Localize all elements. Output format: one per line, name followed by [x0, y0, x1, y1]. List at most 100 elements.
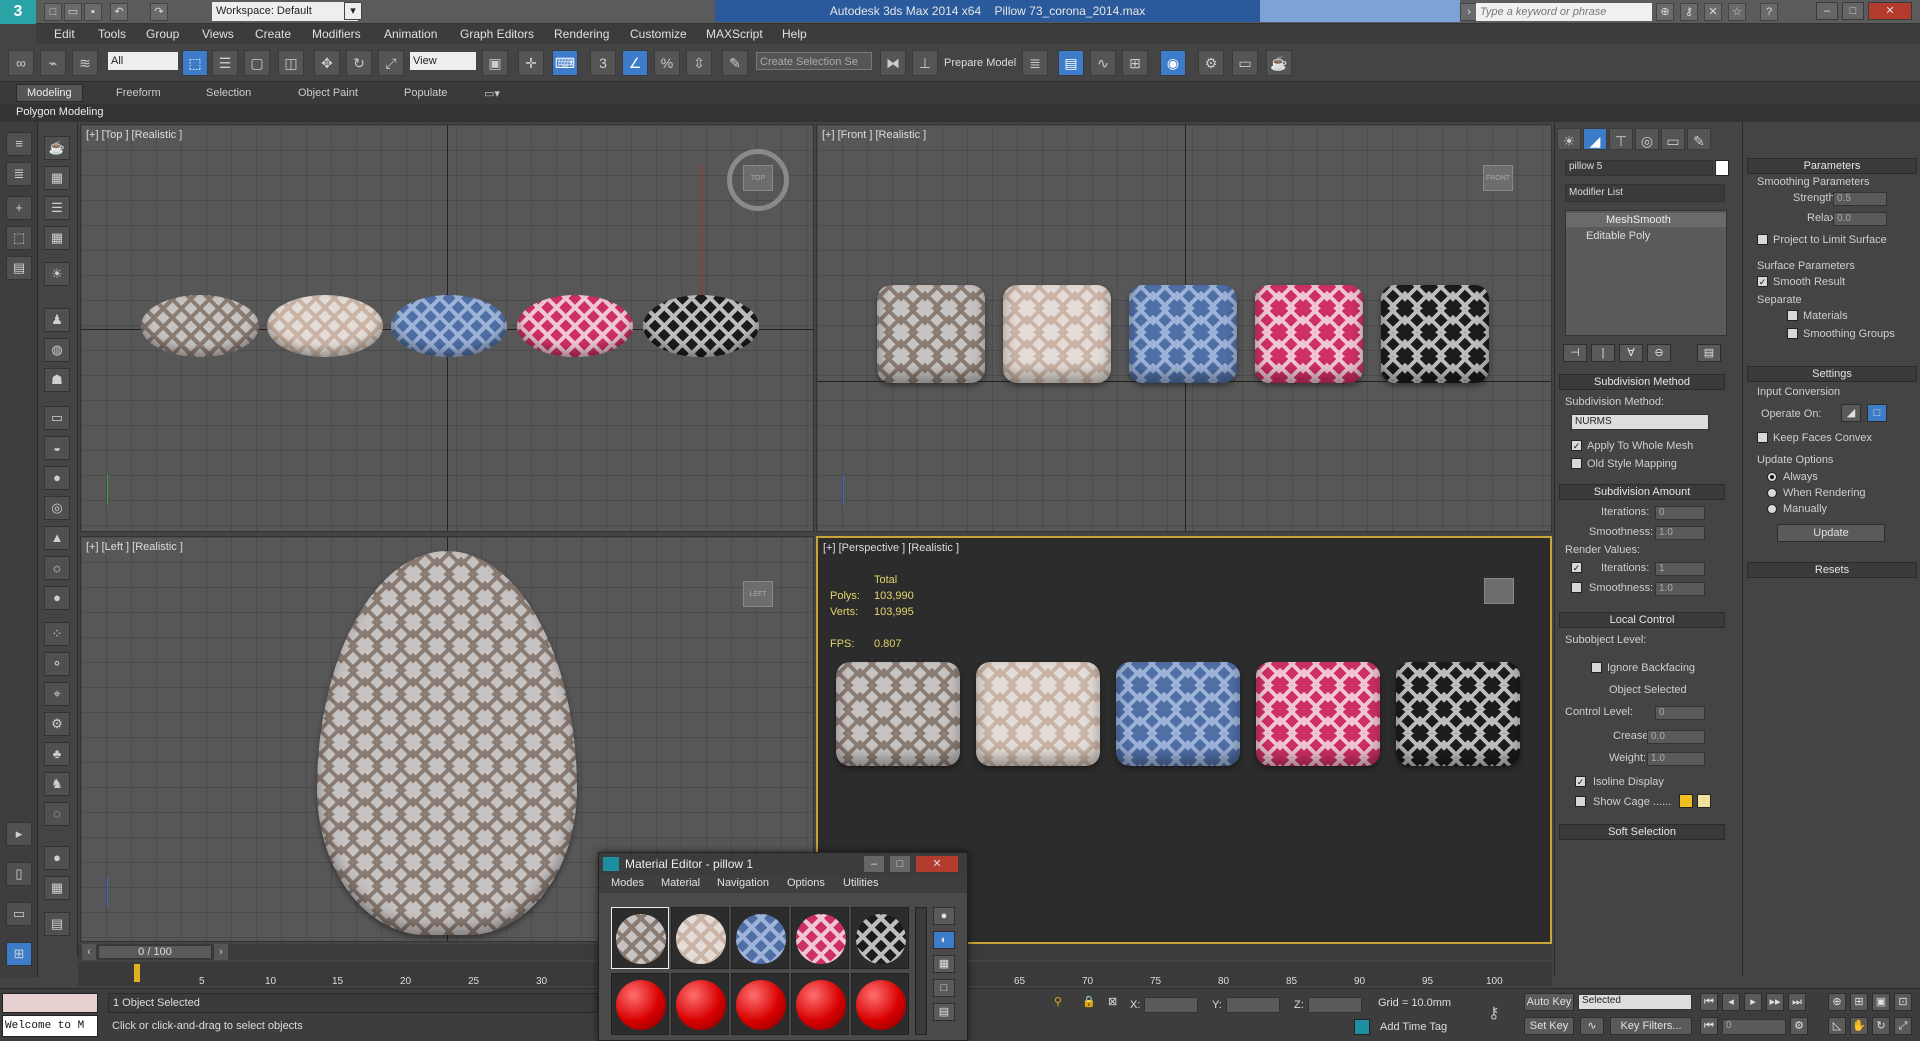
redo-icon[interactable]: ↷ [150, 3, 168, 21]
menu-modifiers[interactable]: Modifiers [312, 27, 361, 41]
viewport-label-left[interactable]: [+] [Left ] [Realistic ] [86, 541, 183, 553]
x-coordinate-field[interactable] [1144, 997, 1198, 1013]
light-bulb-icon[interactable]: ☀ [44, 262, 70, 286]
undo-icon[interactable]: ↶ [110, 3, 128, 21]
apply-whole-mesh-checkbox[interactable]: ✓ [1571, 440, 1582, 451]
material-slot[interactable] [671, 973, 729, 1035]
pillow-1[interactable] [877, 285, 985, 383]
material-editor-minimize-button[interactable]: – [863, 855, 885, 873]
goto-end-icon[interactable]: ⏭ [1788, 993, 1806, 1011]
menu-rendering[interactable]: Rendering [554, 27, 609, 41]
rollout-settings[interactable]: Settings [1747, 366, 1917, 382]
zoom-extents-icon[interactable]: ▣ [1872, 993, 1890, 1011]
next-frame-icon[interactable]: ▸▸ [1766, 993, 1784, 1011]
material-editor-maximize-button[interactable]: □ [889, 855, 911, 873]
maximize-button[interactable]: □ [1842, 2, 1864, 20]
binoculars-icon[interactable]: ⊕ [1656, 3, 1674, 21]
grid-layout-icon[interactable]: ▦ [44, 876, 70, 900]
animal-icon[interactable]: ♞ [44, 772, 70, 796]
expand-arrow-icon[interactable]: ▸ [6, 822, 32, 846]
edit-named-selection-icon[interactable]: ✎ [722, 50, 748, 76]
keyboard-shortcut-override-icon[interactable]: ⌨ [552, 50, 578, 76]
document-icon[interactable]: ▤ [44, 912, 70, 936]
chevron-down-icon[interactable]: ▾ [344, 2, 362, 20]
viewport-layout-1-icon[interactable]: ▯ [6, 862, 32, 886]
ball-icon[interactable]: ● [44, 586, 70, 610]
viewcube-perspective[interactable] [1484, 578, 1514, 604]
select-object-icon[interactable]: ⬚ [182, 50, 208, 76]
menu-create[interactable]: Create [255, 27, 291, 41]
remove-modifier-icon[interactable]: ⊖ [1647, 344, 1671, 362]
selection-filter-dropdown[interactable]: All [108, 52, 178, 70]
show-end-result-icon[interactable]: | [1591, 344, 1615, 362]
select-by-name-icon[interactable]: ☰ [212, 50, 238, 76]
background-icon[interactable]: ▦ [933, 955, 955, 973]
rollout-parameters[interactable]: Parameters [1747, 158, 1917, 174]
smooth-result-checkbox[interactable]: ✓ [1757, 276, 1768, 287]
pillow-3[interactable] [1129, 285, 1237, 383]
pillow-1[interactable] [141, 295, 259, 357]
compass-icon[interactable]: ⌖ [44, 682, 70, 706]
isoline-display-checkbox[interactable]: ✓ [1575, 776, 1586, 787]
pillow-2[interactable] [976, 662, 1100, 766]
pushpin-icon[interactable]: ⚲ [1054, 995, 1062, 1008]
layer-explorer-icon[interactable]: ≣ [6, 162, 32, 186]
pin-stack-icon[interactable]: ⊣ [1563, 344, 1587, 362]
smoothing-groups-checkbox[interactable] [1787, 328, 1798, 339]
material-slot[interactable] [851, 907, 909, 969]
unlink-icon[interactable]: ⌁ [40, 50, 66, 76]
minimize-button[interactable]: – [1816, 2, 1838, 20]
maxscript-listener-input[interactable]: Welcome to M [2, 1015, 98, 1037]
old-style-mapping-checkbox[interactable] [1571, 458, 1582, 469]
rendered-frame-window-icon[interactable]: ▭ [1232, 50, 1258, 76]
pillow-4[interactable] [517, 295, 633, 357]
reference-coordinate-dropdown[interactable]: View [410, 52, 476, 70]
material-slot[interactable] [611, 907, 669, 969]
maxscript-listener-top[interactable] [2, 993, 98, 1013]
zoom-icon[interactable]: ⊕ [1828, 993, 1846, 1011]
menu-group[interactable]: Group [146, 27, 179, 41]
absolute-mode-icon[interactable]: ⊠ [1108, 995, 1117, 1008]
operate-on-faces-icon[interactable]: ◢ [1841, 404, 1861, 422]
search-input[interactable]: Type a keyword or phrase [1476, 3, 1652, 21]
display-tab-icon[interactable]: ▭ [1661, 128, 1685, 150]
grid-icon[interactable]: ▦ [44, 226, 70, 250]
menu-maxscript[interactable]: MAXScript [706, 27, 763, 41]
key-mode-toggle-icon[interactable]: ⏮ [1700, 1017, 1718, 1035]
strength-field[interactable]: 0.5 [1833, 192, 1887, 206]
list-icon[interactable]: ☰ [44, 196, 70, 220]
shell-icon[interactable]: ◌ [44, 802, 70, 826]
add-time-tag-label[interactable]: Add Time Tag [1380, 1021, 1447, 1033]
render-smoothness-checkbox[interactable] [1571, 582, 1582, 593]
ignore-backfacing-checkbox[interactable] [1591, 662, 1602, 673]
workspace-dropdown[interactable]: Workspace: Default [212, 2, 358, 21]
angle-snap-icon[interactable]: ∠ [622, 50, 648, 76]
teapot-icon[interactable]: ☕ [44, 136, 70, 160]
pillow-3[interactable] [1116, 662, 1240, 766]
modifier-list-dropdown[interactable]: Modifier List [1565, 184, 1725, 202]
graphite-tools-icon[interactable]: ▤ [1058, 50, 1084, 76]
viewcube-front[interactable]: FRONT [1483, 165, 1513, 191]
frame-indicator[interactable]: 0 / 100 [98, 945, 212, 959]
configure-modifier-sets-icon[interactable]: ▤ [1697, 344, 1721, 362]
sample-type-icon[interactable]: ● [933, 907, 955, 925]
rotate-icon[interactable]: ↻ [346, 50, 372, 76]
auto-key-button[interactable]: Auto Key [1524, 993, 1574, 1011]
menu-views[interactable]: Views [202, 27, 234, 41]
show-cage-checkbox[interactable] [1575, 796, 1586, 807]
update-button[interactable]: Update [1777, 524, 1885, 542]
scene-explorer-icon[interactable]: ≡ [6, 132, 32, 156]
select-icon[interactable]: ⬚ [6, 226, 32, 250]
update-always-radio[interactable] [1767, 472, 1777, 482]
particles-icon[interactable]: ⁘ [44, 622, 70, 646]
zoom-extents-all-icon[interactable]: ⊡ [1894, 993, 1912, 1011]
pillow-5[interactable] [1381, 285, 1489, 383]
tab-object-paint[interactable]: Object Paint [298, 87, 358, 99]
material-slot[interactable] [851, 973, 909, 1035]
plane-icon[interactable]: ▭ [44, 406, 70, 430]
utilities-tab-icon[interactable]: ✎ [1687, 128, 1711, 150]
previous-frame-icon[interactable]: ◂ [1722, 993, 1740, 1011]
polygon-modeling-label[interactable]: Polygon Modeling [16, 106, 103, 118]
subdivision-method-dropdown[interactable]: NURMS [1571, 414, 1709, 430]
viewport-label-front[interactable]: [+] [Front ] [Realistic ] [822, 129, 926, 141]
